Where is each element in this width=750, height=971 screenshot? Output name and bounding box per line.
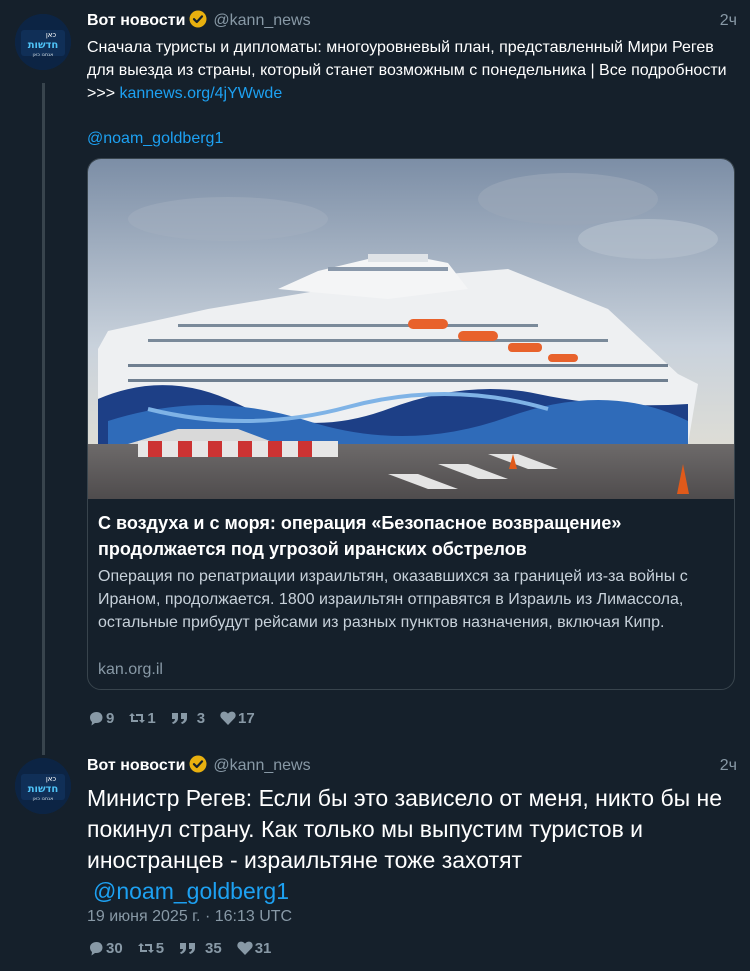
like-count: 17 [238,709,255,727]
tweet-body: Министр Регев: Если бы это зависело от м… [87,785,723,873]
tweet-header: Вот новости @kann_news [87,755,311,777]
like-icon [220,711,236,725]
quote-icon [180,943,196,954]
tweet-date[interactable]: 19 июня 2025 г. · 16:13 UTC [87,906,292,928]
verified-badge-icon [189,10,207,35]
tweet-actions: 9 1 3 17 [87,707,269,729]
quote-button[interactable]: 35 [178,937,222,959]
reply-button[interactable]: 9 [87,707,114,729]
svg-text:חדשות: חדשות [28,40,59,51]
avatar[interactable]: כאן חדשות אנחנו כאן [15,14,71,70]
retweet-button[interactable]: 1 [128,707,156,729]
card-title[interactable]: С воздуха и с моря: операция «Безопасное… [98,510,723,562]
quote-button[interactable]: 3 [170,707,205,729]
card-domain: kan.org.il [98,661,163,678]
avatar[interactable]: כאן חדשות אנחנו כאן [15,758,71,814]
mention-link[interactable]: @noam_goldberg1 [87,128,223,150]
retweet-count: 5 [155,939,165,957]
reply-icon [90,712,103,726]
quote-icon [171,713,187,724]
handle[interactable]: @kann_news [213,757,310,774]
svg-text:אנחנו כאן: אנחנו כאן [33,52,54,58]
svg-text:כאן: כאן [46,775,57,783]
link-card[interactable]: С воздуха и с моря: операция «Безопасное… [87,158,735,690]
svg-text:כאן: כאן [46,31,57,39]
reply-count: 30 [106,939,123,957]
tweet-text: Министр Регев: Если бы это зависело от м… [87,783,737,907]
reply-button[interactable]: 30 [87,937,123,959]
tweet-actions: 30 5 35 31 [87,937,285,959]
like-icon [237,941,253,955]
svg-text:חדשות: חדשות [28,784,59,795]
display-name[interactable]: Вот новости [87,757,185,774]
display-name[interactable]: Вот новости [87,12,185,29]
retweet-icon [129,713,146,723]
quote-count: 35 [205,939,222,957]
retweet-icon [137,943,154,953]
timestamp[interactable]: 2ч [720,755,737,777]
tweet-text: Сначала туристы и дипломаты: многоуровне… [87,36,737,105]
tweet-header: Вот новости @kann_news [87,10,311,32]
timestamp[interactable]: 2ч [720,10,737,32]
thread-line [42,83,45,755]
retweet-button[interactable]: 5 [137,937,164,959]
retweet-count: 1 [147,709,156,727]
like-button[interactable]: 17 [219,707,255,729]
svg-text:אנחנו כאן: אנחנו כאן [33,796,54,802]
quote-count: 3 [196,709,206,727]
reply-icon [90,942,103,956]
like-count: 31 [254,939,272,957]
card-image [88,159,734,499]
tweet-1: כאן חדשות אנחנו כאן Вот новости @kann_new… [0,0,750,755]
mention-link[interactable]: @noam_goldberg1 [93,878,289,904]
verified-badge-icon [189,755,207,780]
like-button[interactable]: 31 [236,937,272,959]
article-link[interactable]: kannews.org/4jYWwde [119,85,282,102]
card-description: Операция по репатриации израильтян, оказ… [98,568,688,631]
reply-count: 9 [106,709,115,727]
handle[interactable]: @kann_news [213,12,310,29]
